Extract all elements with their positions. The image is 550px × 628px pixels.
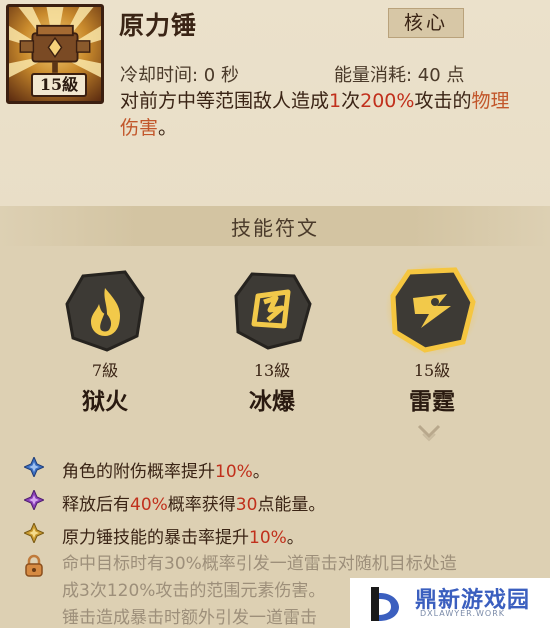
bonus-value: 40% [130, 495, 168, 515]
desc-text: 攻击的 [414, 90, 472, 112]
cooldown-label: 冷却时间: 0 秒 [120, 65, 239, 86]
gold-star-icon [24, 523, 44, 543]
rune-level: 15級 [413, 361, 451, 380]
lock-icon [25, 554, 43, 577]
energy-cost-label: 能量消耗: 40 点 [334, 65, 465, 86]
skill-icon: 15級 [6, 4, 104, 104]
purple-star-icon [24, 490, 44, 510]
desc-text: 次 [341, 90, 361, 112]
skill-detail-screen: 15級 原力锤 核心 冷却时间: 0 秒 能量消耗: 40 点 对前方中等范围敌… [0, 0, 550, 628]
locked-bonus-line: 命中目标时有30%概率引发一道雷击对随机目标处造 [62, 554, 457, 574]
rune-level: 13級 [253, 361, 291, 380]
core-tag: 核心 [388, 8, 464, 38]
bonus-skill-crit: 原力锤技能的暴击率提升10%。 [62, 523, 304, 548]
bonus-value: 10% [215, 462, 253, 482]
rune-thunder-button[interactable] [385, 262, 479, 356]
bonus-text-part: 概率获得 [167, 495, 236, 515]
bonus-value: 30 [235, 495, 258, 515]
watermark-subtext: DXLAWYER.WORK [420, 609, 505, 618]
rune-inferno-button[interactable] [63, 268, 147, 352]
rune-name: 狱火 [82, 389, 128, 415]
rune-name: 冰爆 [249, 389, 295, 415]
bonus-text-part: 点能量。 [257, 495, 326, 515]
rune-ice-burst-button[interactable] [230, 268, 314, 352]
bonus-energy-gain: 释放后有40%概率获得30点能量。 [62, 490, 325, 515]
bonus-crit-chance: 角色的附伤概率提升10%。 [62, 457, 270, 482]
bonus-text-part: 角色的附伤概率提升 [62, 462, 215, 482]
skill-description: 对前方中等范围敌人造成1次200%攻击的物理伤害。 [120, 88, 520, 142]
skill-title: 原力锤 [119, 11, 198, 40]
bonus-text-part: 。 [252, 462, 270, 482]
desc-percent: 200% [360, 90, 415, 112]
skill-level-badge: 15級 [31, 73, 87, 97]
bonus-value: 10% [249, 528, 287, 548]
rune-name: 雷霆 [409, 389, 455, 415]
rune-level: 7級 [91, 361, 119, 380]
bonus-text-part: 。 [286, 528, 304, 548]
bonus-text-part: 释放后有 [62, 495, 130, 515]
watermark-logo-icon [371, 587, 399, 621]
desc-count: 1 [329, 90, 342, 112]
desc-text: 。 [158, 117, 178, 139]
chevron-down-icon[interactable] [414, 420, 444, 446]
bonus-text-part: 原力锤技能的暴击率提升 [62, 528, 249, 548]
blue-star-icon [24, 457, 44, 477]
desc-text: 对前方中等范围敌人造成 [120, 90, 330, 112]
rune-header: 技能符文 [231, 216, 319, 240]
